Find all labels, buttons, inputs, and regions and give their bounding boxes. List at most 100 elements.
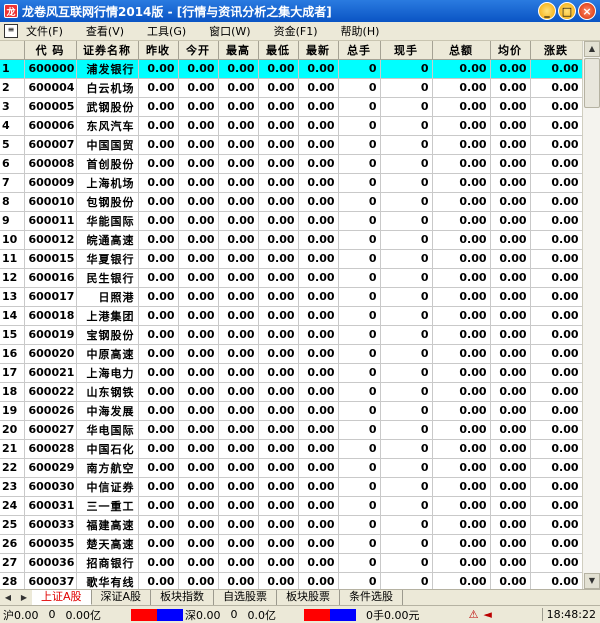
document-icon[interactable]: ≡ bbox=[4, 24, 18, 38]
cell-change: 0.00 bbox=[530, 306, 582, 326]
cell-name: 中信证券 bbox=[76, 477, 139, 497]
cell-amount: 0.00 bbox=[432, 192, 491, 212]
tab-screener[interactable]: 条件选股 bbox=[340, 590, 404, 605]
table-row[interactable]: 11 600015 华夏银行 0.00 0.00 0.00 0.00 0.00 0 0 0.00 0.… bbox=[0, 249, 582, 269]
cell-current-hand: 0 bbox=[380, 230, 433, 250]
cell-low: 0.00 bbox=[258, 496, 299, 516]
table-row[interactable]: 6 600008 首创股份 0.00 0.00 0.00 0.00 0.00 0 0 0.00 0.0… bbox=[0, 154, 582, 174]
tab-sz-a[interactable]: 深证A股 bbox=[92, 590, 152, 605]
column-header-current-hand[interactable]: 现手 bbox=[380, 41, 433, 60]
column-header-prev-close[interactable]: 昨收 bbox=[138, 41, 179, 60]
column-header-high[interactable]: 最高 bbox=[218, 41, 259, 60]
column-header-name[interactable]: 证券名称 bbox=[76, 41, 139, 60]
table-row[interactable]: 27 600036 招商银行 0.00 0.00 0.00 0.00 0.00 0 0 0.00 0.… bbox=[0, 553, 582, 573]
table-row[interactable]: 12 600016 民生银行 0.00 0.00 0.00 0.00 0.00 0 0 0.00 0.… bbox=[0, 268, 582, 288]
menu-tools[interactable]: 工具(G) bbox=[147, 23, 186, 39]
tab-sector-stocks[interactable]: 板块股票 bbox=[277, 590, 341, 605]
table-row[interactable]: 25 600033 福建高速 0.00 0.00 0.00 0.00 0.00 0 0 0.00 0.… bbox=[0, 515, 582, 535]
cell-avg-price: 0.00 bbox=[490, 458, 531, 478]
cell-code: 600019 bbox=[24, 325, 77, 345]
cell-amount: 0.00 bbox=[432, 534, 491, 554]
column-header-volume[interactable]: 总手 bbox=[338, 41, 381, 60]
cell-last: 0.00 bbox=[298, 534, 339, 554]
cell-amount: 0.00 bbox=[432, 173, 491, 193]
table-row[interactable]: 3 600005 武钢股份 0.00 0.00 0.00 0.00 0.00 0 0 0.00 0.0… bbox=[0, 97, 582, 117]
column-header-open[interactable]: 今开 bbox=[178, 41, 219, 60]
maximize-button[interactable]: □ bbox=[558, 2, 576, 20]
cell-last: 0.00 bbox=[298, 192, 339, 212]
menu-view[interactable]: 查看(V) bbox=[86, 23, 124, 39]
menu-funds[interactable]: 资金(F1) bbox=[274, 23, 318, 39]
table-row[interactable]: 4 600006 东风汽车 0.00 0.00 0.00 0.00 0.00 0 0 0.00 0.0… bbox=[0, 116, 582, 136]
table-row[interactable]: 17 600021 上海电力 0.00 0.00 0.00 0.00 0.00 0 0 0.00 0.… bbox=[0, 363, 582, 383]
alarm-icon[interactable]: ⚠ bbox=[467, 608, 481, 621]
menu-window[interactable]: 窗口(W) bbox=[209, 23, 250, 39]
scroll-up-icon[interactable]: ▲ bbox=[584, 41, 600, 57]
cell-code: 600020 bbox=[24, 344, 77, 364]
column-header-avg-price[interactable]: 均价 bbox=[490, 41, 531, 60]
table-row[interactable]: 16 600020 中原高速 0.00 0.00 0.00 0.00 0.00 0 0 0.00 0.… bbox=[0, 344, 582, 364]
mute-icon[interactable]: ◄ bbox=[481, 608, 495, 621]
cell-high: 0.00 bbox=[218, 382, 259, 402]
cell-volume: 0 bbox=[338, 173, 381, 193]
column-header-code[interactable]: 代 码 bbox=[24, 41, 77, 60]
table-row[interactable]: 19 600026 中海发展 0.00 0.00 0.00 0.00 0.00 0 0 0.00 0.… bbox=[0, 401, 582, 421]
tab-right-icon[interactable]: ▶ bbox=[21, 593, 27, 602]
cell-code: 600017 bbox=[24, 287, 77, 307]
tab-watchlist[interactable]: 自选股票 bbox=[214, 590, 278, 605]
cell-name: 浦发银行 bbox=[76, 59, 139, 79]
cell-low: 0.00 bbox=[258, 420, 299, 440]
scroll-down-icon[interactable]: ▼ bbox=[584, 573, 600, 589]
cell-high: 0.00 bbox=[218, 230, 259, 250]
cell-index: 2 bbox=[0, 78, 25, 98]
table-row[interactable]: 20 600027 华电国际 0.00 0.00 0.00 0.00 0.00 0 0 0.00 0.… bbox=[0, 420, 582, 440]
minimize-button[interactable]: _ bbox=[538, 2, 556, 20]
tab-left-icon[interactable]: ◀ bbox=[5, 593, 11, 602]
table-row[interactable]: 28 600037 歌华有线 0.00 0.00 0.00 0.00 0.00 0 0 0.00 0.… bbox=[0, 572, 582, 589]
column-header-low[interactable]: 最低 bbox=[258, 41, 299, 60]
table-row[interactable]: 10 600012 皖通高速 0.00 0.00 0.00 0.00 0.00 0 0 0.00 0.… bbox=[0, 230, 582, 250]
column-header-amount[interactable]: 总额 bbox=[432, 41, 491, 60]
cell-change: 0.00 bbox=[530, 363, 582, 383]
close-button[interactable]: × bbox=[578, 2, 596, 20]
cell-amount: 0.00 bbox=[432, 363, 491, 383]
table-row[interactable]: 5 600007 中国国贸 0.00 0.00 0.00 0.00 0.00 0 0 0.00 0.0… bbox=[0, 135, 582, 155]
table-row[interactable]: 22 600029 南方航空 0.00 0.00 0.00 0.00 0.00 0 0 0.00 0.… bbox=[0, 458, 582, 478]
column-header-index[interactable] bbox=[0, 41, 25, 60]
scroll-thumb[interactable] bbox=[584, 58, 600, 108]
table-row[interactable]: 13 600017 日照港 0.00 0.00 0.00 0.00 0.00 0 0 0.00 0.0… bbox=[0, 287, 582, 307]
cell-high: 0.00 bbox=[218, 97, 259, 117]
cell-volume: 0 bbox=[338, 439, 381, 459]
cell-change: 0.00 bbox=[530, 192, 582, 212]
menu-help[interactable]: 帮助(H) bbox=[341, 23, 380, 39]
cell-prev-close: 0.00 bbox=[138, 78, 179, 98]
tab-sector-index[interactable]: 板块指数 bbox=[151, 590, 215, 605]
column-header-last[interactable]: 最新 bbox=[298, 41, 339, 60]
cell-open: 0.00 bbox=[178, 515, 219, 535]
cell-high: 0.00 bbox=[218, 249, 259, 269]
cell-volume: 0 bbox=[338, 553, 381, 573]
table-row[interactable]: 7 600009 上海机场 0.00 0.00 0.00 0.00 0.00 0 0 0.00 0.0… bbox=[0, 173, 582, 193]
cell-open: 0.00 bbox=[178, 363, 219, 383]
table-row[interactable]: 8 600010 包钢股份 0.00 0.00 0.00 0.00 0.00 0 0 0.00 0.0… bbox=[0, 192, 582, 212]
cell-name: 白云机场 bbox=[76, 78, 139, 98]
table-row[interactable]: 26 600035 楚天高速 0.00 0.00 0.00 0.00 0.00 0 0 0.00 0.… bbox=[0, 534, 582, 554]
table-row[interactable]: 14 600018 上港集团 0.00 0.00 0.00 0.00 0.00 0 0 0.00 0.… bbox=[0, 306, 582, 326]
column-header-change[interactable]: 涨跌 bbox=[530, 41, 582, 60]
table-row[interactable]: 9 600011 华能国际 0.00 0.00 0.00 0.00 0.00 0 0 0.00 0.0… bbox=[0, 211, 582, 231]
table-row[interactable]: 2 600004 白云机场 0.00 0.00 0.00 0.00 0.00 0 0 0.00 0.0… bbox=[0, 78, 582, 98]
table-row[interactable]: 24 600031 三一重工 0.00 0.00 0.00 0.00 0.00 0 0 0.00 0.… bbox=[0, 496, 582, 516]
cell-code: 600028 bbox=[24, 439, 77, 459]
vertical-scrollbar[interactable]: ▲ ▼ bbox=[582, 41, 600, 589]
cell-change: 0.00 bbox=[530, 97, 582, 117]
cell-name: 中国石化 bbox=[76, 439, 139, 459]
table-row[interactable]: 21 600028 中国石化 0.00 0.00 0.00 0.00 0.00 0 0 0.00 0.… bbox=[0, 439, 582, 459]
cell-code: 600011 bbox=[24, 211, 77, 231]
table-row[interactable]: 1 600000 浦发银行 0.00 0.00 0.00 0.00 0.00 0 0 0.00 0.0… bbox=[0, 59, 582, 79]
table-row[interactable]: 18 600022 山东钢铁 0.00 0.00 0.00 0.00 0.00 0 0 0.00 0.… bbox=[0, 382, 582, 402]
menu-file[interactable]: 文件(F) bbox=[26, 23, 63, 39]
table-row[interactable]: 23 600030 中信证券 0.00 0.00 0.00 0.00 0.00 0 0 0.00 0.… bbox=[0, 477, 582, 497]
table-row[interactable]: 15 600019 宝钢股份 0.00 0.00 0.00 0.00 0.00 0 0 0.00 0.… bbox=[0, 325, 582, 345]
tab-sh-a[interactable]: 上证A股 bbox=[32, 590, 92, 605]
cell-current-hand: 0 bbox=[380, 382, 433, 402]
